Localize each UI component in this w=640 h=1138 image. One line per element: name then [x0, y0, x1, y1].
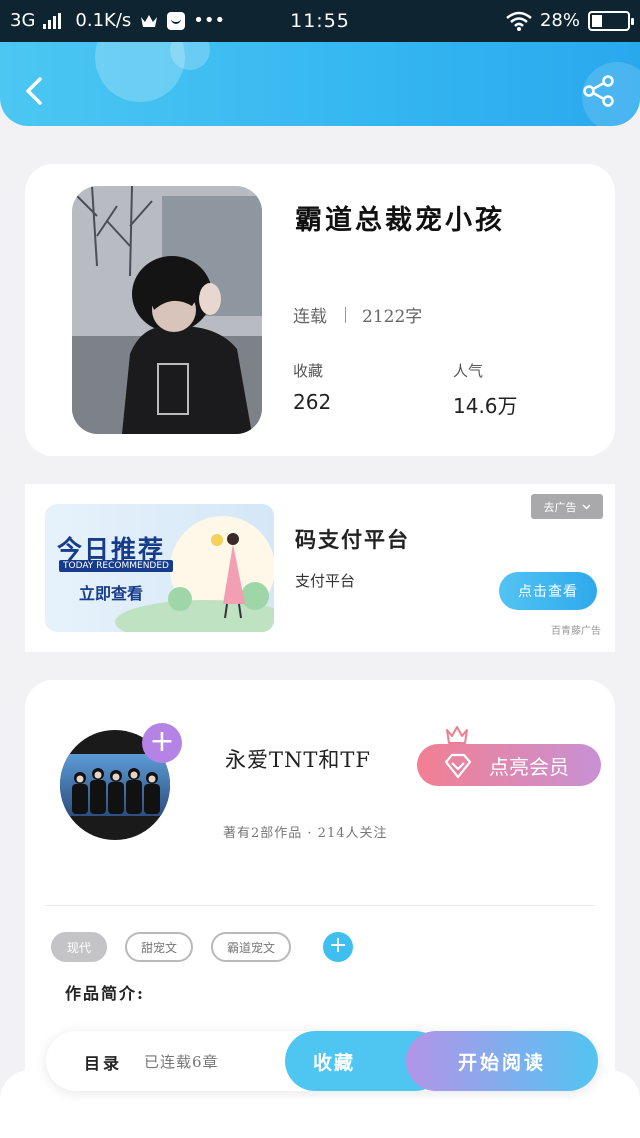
- tag-item[interactable]: 现代: [51, 932, 108, 962]
- top-header: [0, 42, 640, 126]
- back-button[interactable]: [22, 76, 48, 106]
- vip-label: 点亮会员: [489, 754, 569, 779]
- ad-image[interactable]: 今日推荐 TODAY RECOMMENDED 立即查看: [45, 504, 274, 632]
- author-name[interactable]: 永爱TNT和TF: [225, 744, 371, 774]
- remove-ad-button[interactable]: 去广告: [531, 494, 603, 519]
- status-bar: 3G 0.1K/s ••• 11:55 28%: [0, 0, 640, 42]
- book-cover[interactable]: [72, 186, 262, 434]
- popularity-label: 人气: [453, 362, 484, 380]
- popularity-value: 14.6万: [453, 394, 518, 418]
- remove-ad-label: 去广告: [543, 500, 577, 514]
- divider: [45, 905, 595, 906]
- battery-icon: [588, 10, 634, 31]
- favorite-label: 收藏: [313, 1051, 356, 1074]
- divider: [345, 306, 346, 323]
- wifi-icon: [506, 11, 532, 31]
- intro-label: 作品简介:: [65, 984, 145, 1003]
- start-reading-button[interactable]: 开始阅读: [406, 1031, 598, 1091]
- book-status-line: 连载 2122字: [293, 302, 422, 327]
- ad-card[interactable]: 今日推荐 TODAY RECOMMENDED 立即查看 码支付平台 支付平台 去…: [25, 484, 615, 652]
- tag-item[interactable]: 霸道宠文: [211, 932, 292, 962]
- ad-subtitle: 支付平台: [295, 572, 356, 590]
- favorites-value: 262: [293, 390, 332, 414]
- add-tag-button[interactable]: +: [323, 932, 354, 962]
- ad-image-sub: TODAY RECOMMENDED: [59, 560, 173, 572]
- word-count: 2122字: [362, 307, 423, 327]
- bottom-action-bar: 目录 已连载6章 收藏 开始阅读: [46, 1031, 598, 1091]
- author-meta: 著有2部作品 · 214人关注: [223, 826, 388, 841]
- favorites-label: 收藏: [293, 362, 324, 380]
- toc-button[interactable]: 目录: [84, 1050, 122, 1074]
- ad-view-button[interactable]: 点击查看: [499, 572, 597, 610]
- tag-item[interactable]: 甜宠文: [125, 932, 194, 962]
- ad-image-cta: 立即查看: [79, 584, 144, 603]
- start-reading-label: 开始阅读: [457, 1051, 546, 1074]
- chapter-count: 已连载6章: [144, 1053, 219, 1071]
- follow-author-button[interactable]: +: [142, 723, 182, 763]
- cover-person: [122, 256, 252, 434]
- battery-percent: 28%: [539, 10, 580, 31]
- chevron-down-icon: [581, 503, 591, 510]
- ad-title: 码支付平台: [295, 527, 410, 552]
- tag-list: 现代 甜宠文 霸道宠文 +: [51, 932, 354, 962]
- book-info-card: 霸道总裁宠小孩 连载 2122字 收藏 262 人气 14.6万: [25, 164, 615, 456]
- book-title: 霸道总裁宠小孩: [295, 205, 505, 236]
- vip-button[interactable]: 点亮会员: [417, 744, 601, 786]
- serial-status: 连载: [293, 307, 327, 327]
- diamond-icon: [444, 753, 472, 779]
- ad-source: 百青藤广告: [551, 626, 601, 637]
- crown-icon: [446, 726, 468, 744]
- share-icon[interactable]: [582, 74, 616, 108]
